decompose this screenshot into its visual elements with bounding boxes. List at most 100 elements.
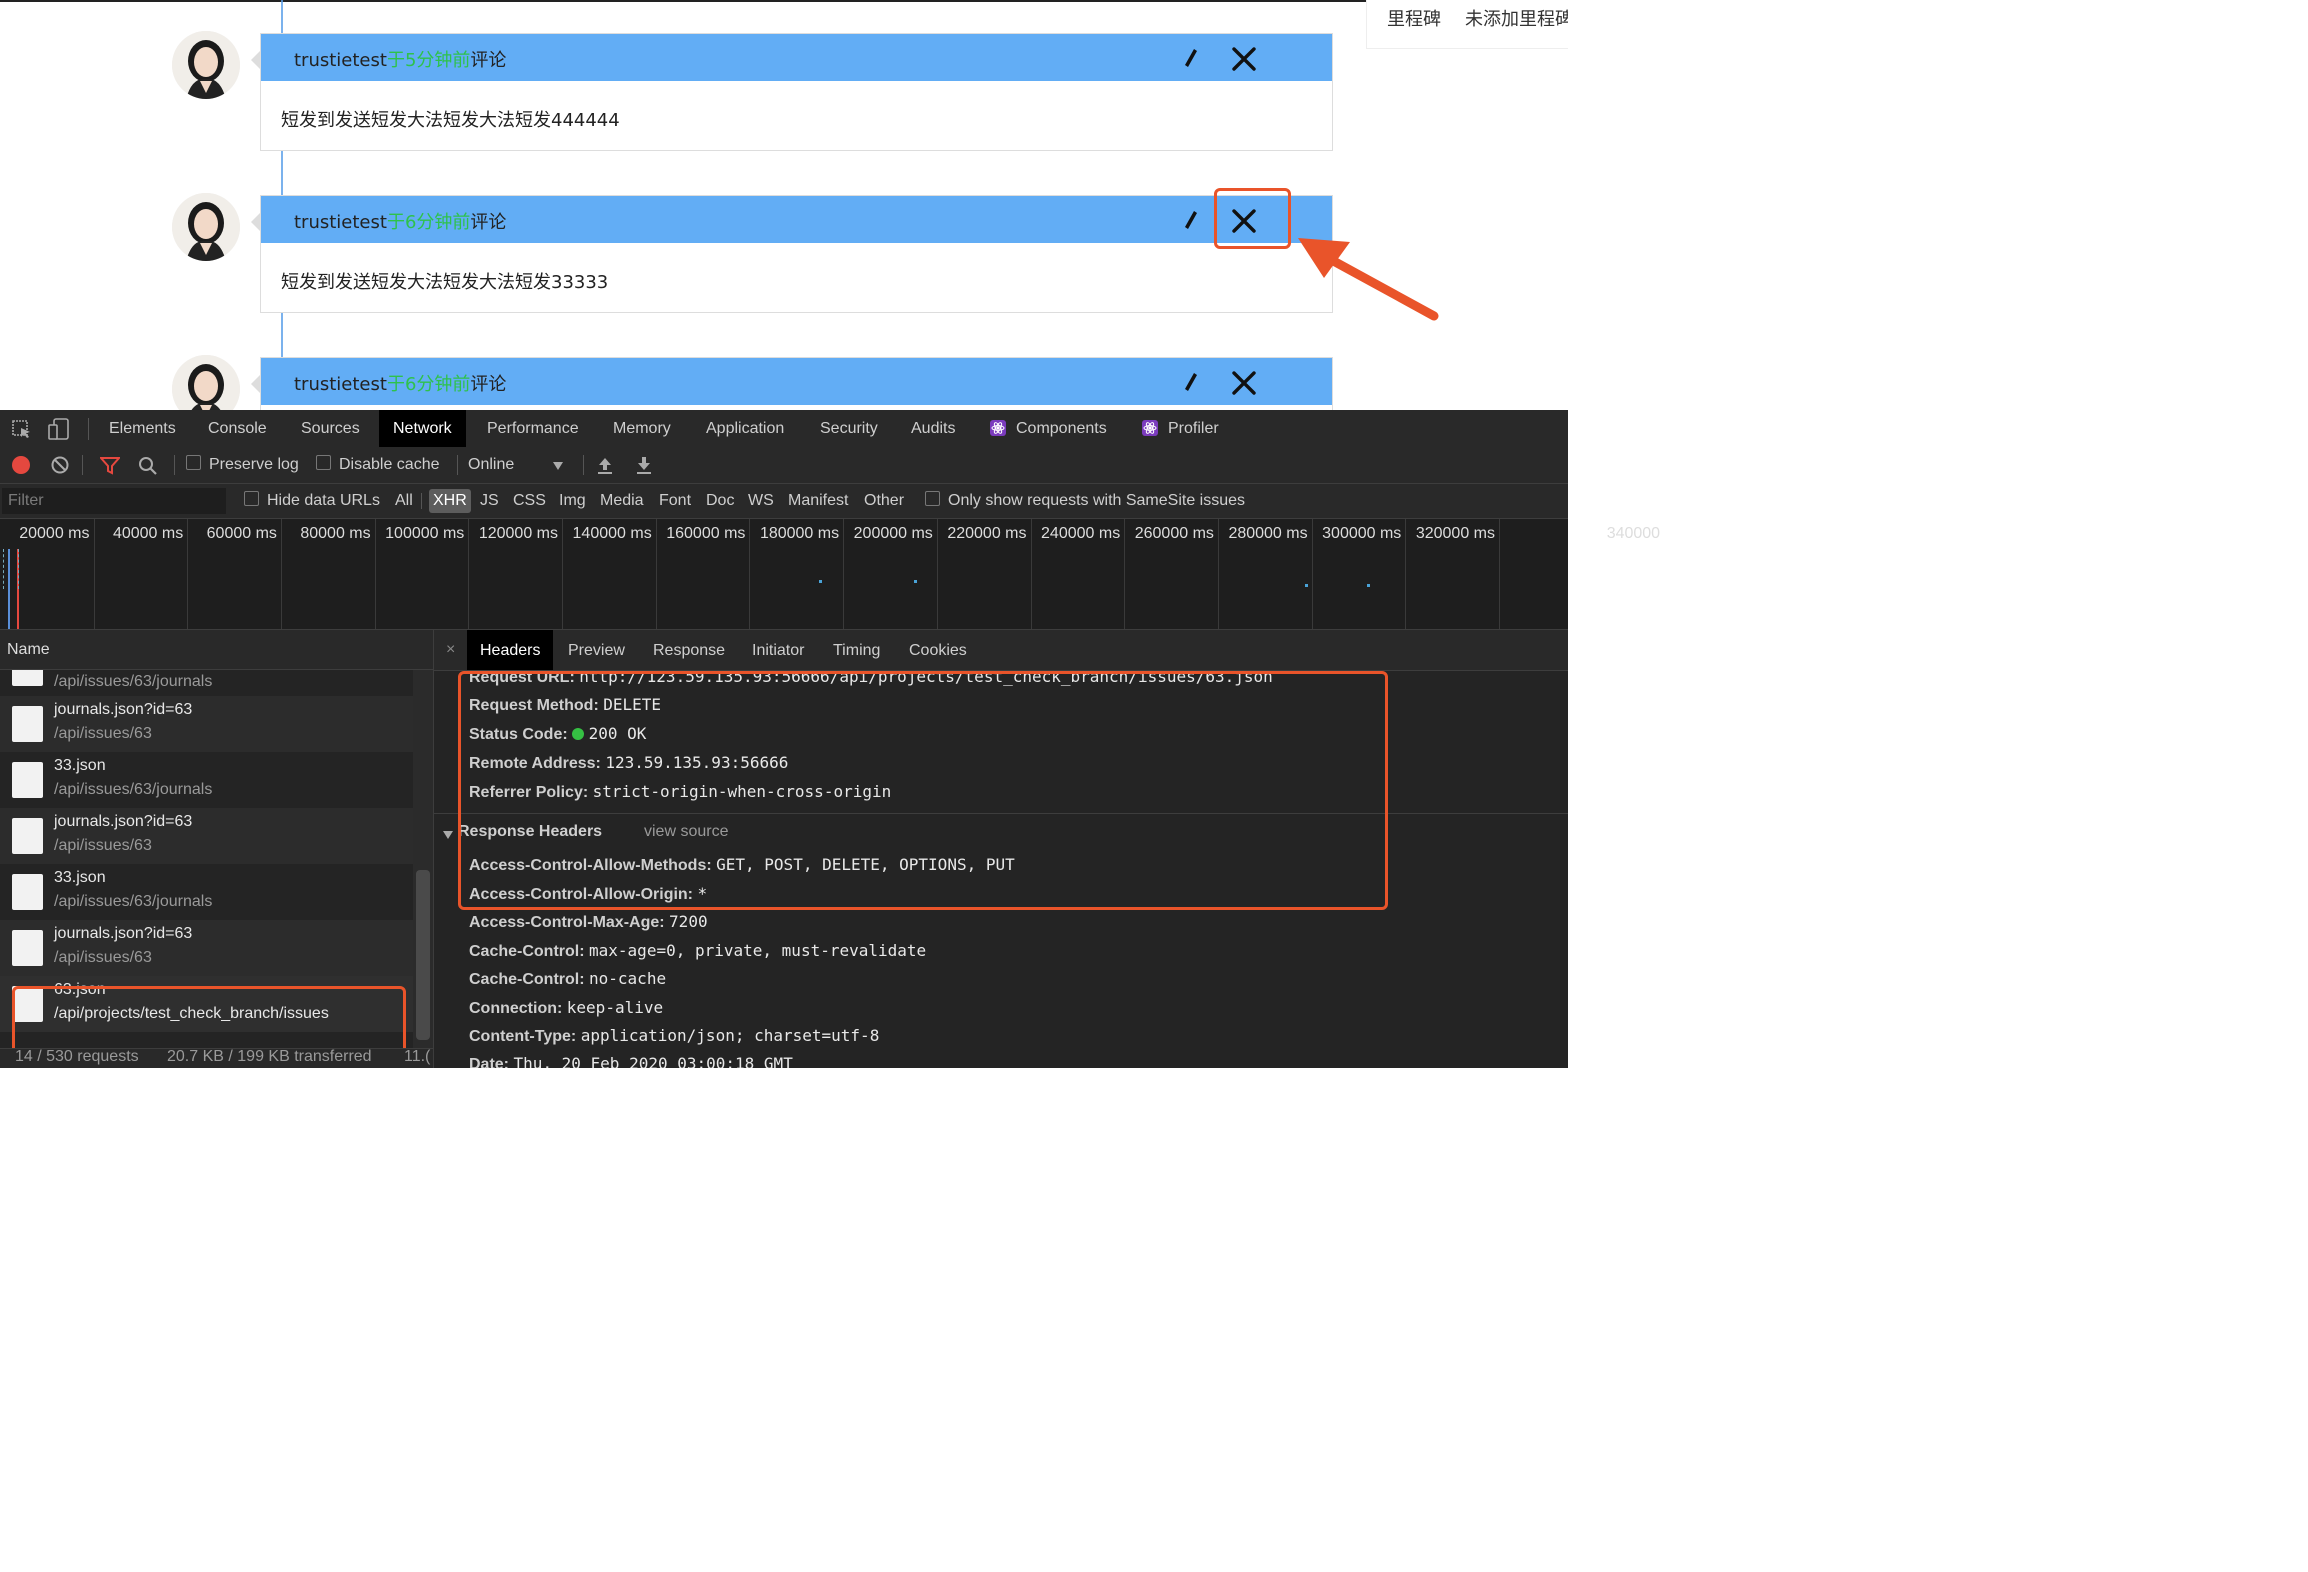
filter-type-css[interactable]: CSS — [513, 484, 546, 518]
filter-input[interactable]: Filter — [2, 488, 226, 514]
clear-icon[interactable] — [51, 456, 69, 479]
tab-profiler[interactable]: Profiler — [1168, 410, 1219, 447]
checkbox-box[interactable] — [244, 491, 259, 506]
comment-time: 于5分钟前 — [386, 50, 471, 71]
filter-divider — [421, 493, 422, 509]
react-logo-icon — [1142, 420, 1158, 441]
device-toolbar-icon[interactable] — [48, 418, 70, 445]
tab-network[interactable]: Network — [379, 410, 466, 447]
disable-cache-label: Disable cache — [339, 456, 440, 473]
name-column-header[interactable]: Name — [0, 630, 433, 670]
import-har-icon[interactable] — [597, 456, 613, 479]
disable-cache-checkbox[interactable]: Disable cache — [316, 447, 440, 483]
issue-journal-page: 里程碑 未添加里程碑 trustietest于5分钟前评论 短发到发送短发大法短… — [0, 0, 1568, 410]
network-overview-timeline[interactable]: 20000 ms 40000 ms 60000 ms 80000 ms 100000 m… — [0, 519, 1660, 630]
file-icon — [12, 670, 43, 686]
inspect-element-icon[interactable] — [12, 420, 32, 445]
request-row[interactable]: journals.json?id=63 /api/issues/63 — [0, 808, 413, 864]
react-logo-icon — [990, 420, 1006, 441]
comment-header: trustietest于6分钟前评论 — [261, 196, 1332, 243]
filter-type-all[interactable]: All — [395, 484, 413, 518]
comment-user[interactable]: trustietest — [294, 50, 387, 71]
filter-type-media[interactable]: Media — [600, 484, 644, 518]
toolbar-divider — [457, 455, 458, 475]
timeline-tick — [1124, 519, 1126, 629]
comment-caret — [251, 212, 261, 232]
tab-response[interactable]: Response — [653, 630, 725, 670]
comment-title: trustietest于5分钟前评论 — [294, 46, 506, 72]
filter-type-img[interactable]: Img — [559, 484, 586, 518]
request-row[interactable]: journals.json?id=63 /api/issues/63 — [0, 920, 413, 976]
header-key: Cache-Control: — [469, 971, 585, 988]
tab-application[interactable]: Application — [706, 410, 784, 447]
filter-type-doc[interactable]: Doc — [706, 484, 734, 518]
timeline-tick-label: 180000 ms — [759, 525, 840, 542]
chevron-down-icon[interactable] — [553, 462, 563, 470]
scroll-thumb[interactable] — [416, 870, 430, 1040]
milestone-label: 里程碑 — [1387, 9, 1441, 30]
filter-type-other[interactable]: Other — [864, 484, 904, 518]
filter-type-js[interactable]: JS — [480, 484, 499, 518]
edit-pencil-icon[interactable] — [1181, 47, 1201, 69]
header-key: Access-Control-Max-Age: — [469, 914, 665, 931]
header-key: Content-Type: — [469, 1028, 577, 1045]
tab-timing[interactable]: Timing — [833, 630, 880, 670]
request-list-scrollbar[interactable] — [413, 670, 433, 1050]
timeline-tick-label: 340000 — [1606, 525, 1661, 542]
comment-user[interactable]: trustietest — [294, 374, 387, 395]
request-name: journals.json?id=63 — [54, 701, 193, 718]
toolbar-divider — [82, 455, 83, 475]
timeline-tick — [562, 519, 563, 629]
timeline-tick-label: 120000 ms — [478, 525, 558, 542]
filter-type-manifest[interactable]: Manifest — [788, 484, 848, 518]
header-value: keep-alive — [566, 998, 664, 1017]
highlight-box-request — [12, 986, 406, 1054]
tab-memory[interactable]: Memory — [613, 410, 671, 447]
edit-pencil-icon[interactable] — [1181, 209, 1201, 231]
toolbar-divider — [583, 455, 584, 475]
checkbox-box[interactable] — [186, 455, 201, 470]
request-row[interactable]: 33.json /api/issues/63/journals — [0, 752, 413, 808]
preserve-log-checkbox[interactable]: Preserve log — [186, 447, 299, 483]
filter-type-font[interactable]: Font — [659, 484, 691, 518]
response-header-row: Connection: keep-alive — [469, 998, 663, 1018]
export-har-icon[interactable] — [636, 456, 652, 479]
search-icon[interactable] — [138, 456, 158, 481]
comment-user[interactable]: trustietest — [294, 212, 387, 233]
tab-sources[interactable]: Sources — [301, 410, 360, 447]
tab-elements[interactable]: Elements — [109, 410, 176, 447]
timeline-tick — [655, 519, 657, 629]
checkbox-box[interactable] — [925, 491, 940, 506]
filter-funnel-icon[interactable] — [98, 457, 122, 480]
response-header-row: Access-Control-Max-Age: 7200 — [469, 912, 708, 932]
tab-security[interactable]: Security — [820, 410, 878, 447]
tab-performance[interactable]: Performance — [487, 410, 579, 447]
request-row[interactable]: /api/issues/63/journals — [0, 670, 413, 696]
request-row[interactable]: journals.json?id=63 /api/issues/63 — [0, 696, 413, 752]
checkbox-box[interactable] — [316, 455, 331, 470]
request-row[interactable]: 33.json /api/issues/63/journals — [0, 864, 413, 920]
tab-cookies[interactable]: Cookies — [909, 630, 967, 670]
samesite-checkbox[interactable]: Only show requests with SameSite issues — [925, 484, 1245, 518]
edit-pencil-icon[interactable] — [1181, 371, 1201, 393]
triangle-down-icon[interactable] — [443, 831, 453, 839]
throttling-select[interactable]: Online — [468, 447, 514, 483]
timeline-tick — [936, 519, 938, 629]
tab-console[interactable]: Console — [208, 410, 267, 447]
tab-headers[interactable]: Headers — [467, 630, 554, 670]
detail-tab-bar: × Headers Preview Response Initiator Tim… — [434, 630, 1568, 671]
tab-components[interactable]: Components — [1016, 410, 1107, 447]
tab-audits[interactable]: Audits — [911, 410, 955, 447]
delete-close-icon[interactable] — [1232, 47, 1256, 71]
tab-initiator[interactable]: Initiator — [752, 630, 804, 670]
tab-preview[interactable]: Preview — [568, 630, 625, 670]
hide-data-urls-checkbox[interactable]: Hide data URLs — [244, 484, 380, 518]
delete-close-icon[interactable] — [1232, 371, 1256, 395]
record-icon[interactable] — [12, 456, 30, 474]
close-icon[interactable]: × — [446, 641, 455, 659]
comment-caret — [251, 374, 261, 394]
filter-type-xhr[interactable]: XHR — [429, 489, 471, 513]
header-value: 7200 — [669, 912, 708, 931]
comment-body: 短发到发送短发大法短发大法短发444444 — [281, 110, 620, 131]
filter-type-ws[interactable]: WS — [748, 484, 774, 518]
